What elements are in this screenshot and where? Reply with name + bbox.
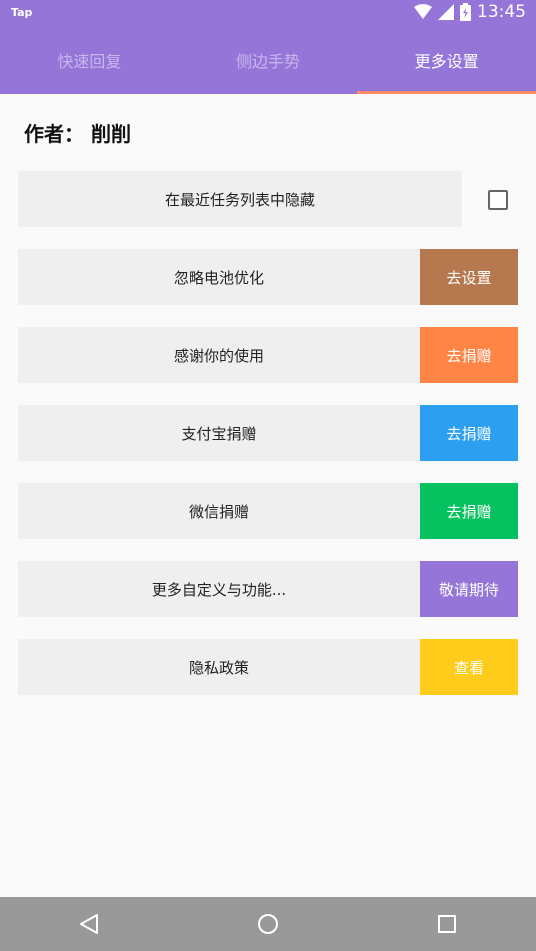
- battery-icon: [460, 3, 471, 21]
- tab-bar: 快速回复 侧边手势 更多设置: [0, 26, 536, 94]
- settings-row-hide-recents: 在最近任务列表中隐藏: [18, 171, 518, 227]
- tab-more-settings[interactable]: 更多设置: [357, 26, 536, 94]
- setting-label: 支付宝捐赠: [18, 405, 420, 461]
- tab-quick-reply[interactable]: 快速回复: [0, 26, 179, 94]
- battery-settings-button[interactable]: 去设置: [420, 249, 518, 305]
- back-button[interactable]: [59, 897, 119, 951]
- settings-row-privacy: 隐私政策 查看: [18, 639, 518, 695]
- alipay-donate-button[interactable]: 去捐赠: [420, 405, 518, 461]
- coming-soon-button[interactable]: 敬请期待: [420, 561, 518, 617]
- setting-label: 感谢你的使用: [18, 327, 420, 383]
- settings-row-wechat: 微信捐赠 去捐赠: [18, 483, 518, 539]
- home-button[interactable]: [238, 897, 298, 951]
- status-time: 13:45: [477, 2, 526, 22]
- tab-label: 快速回复: [57, 52, 122, 71]
- navigation-bar: [0, 897, 536, 951]
- wifi-icon: [414, 4, 432, 19]
- setting-label: 微信捐赠: [18, 483, 420, 539]
- setting-label: 忽略电池优化: [18, 249, 420, 305]
- view-privacy-button[interactable]: 查看: [420, 639, 518, 695]
- recents-icon: [437, 915, 456, 933]
- setting-label: 在最近任务列表中隐藏: [18, 171, 462, 227]
- settings-row-thanks: 感谢你的使用 去捐赠: [18, 327, 518, 383]
- settings-row-alipay: 支付宝捐赠 去捐赠: [18, 405, 518, 461]
- tab-label: 更多设置: [414, 52, 479, 71]
- tab-side-gesture[interactable]: 侧边手势: [179, 26, 358, 94]
- signal-icon: [438, 4, 454, 20]
- status-bar: Tap 13:45: [0, 0, 536, 26]
- home-icon: [257, 914, 278, 934]
- setting-label: 隐私政策: [18, 639, 420, 695]
- recents-button[interactable]: [417, 897, 477, 951]
- tab-label: 侧边手势: [236, 52, 301, 71]
- settings-row-battery: 忽略电池优化 去设置: [18, 249, 518, 305]
- back-icon: [80, 914, 99, 934]
- wechat-donate-button[interactable]: 去捐赠: [420, 483, 518, 539]
- setting-label: 更多自定义与功能...: [18, 561, 420, 617]
- hide-recents-checkbox[interactable]: [488, 190, 508, 210]
- author-label: 作者： 削削: [24, 122, 131, 146]
- settings-row-more-features: 更多自定义与功能... 敬请期待: [18, 561, 518, 617]
- donate-button[interactable]: 去捐赠: [420, 327, 518, 383]
- status-icons: 13:45: [414, 2, 526, 22]
- status-app-label: Tap: [11, 6, 33, 19]
